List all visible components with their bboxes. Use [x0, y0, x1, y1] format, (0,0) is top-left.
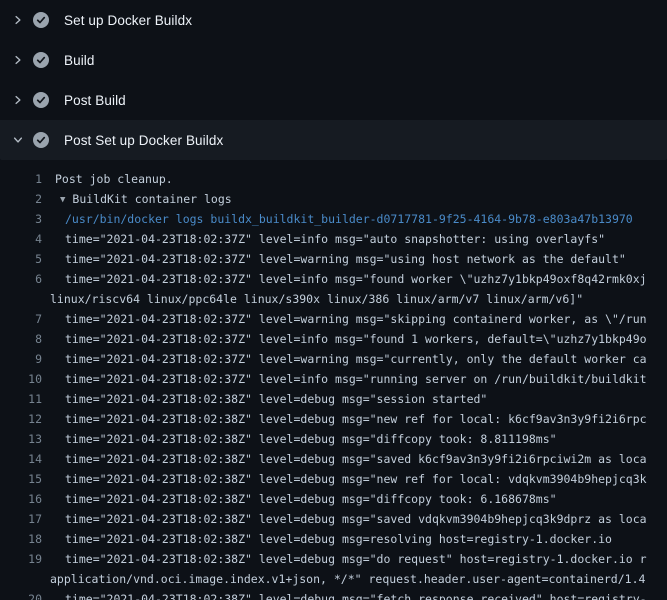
log-line-number[interactable]: 17 [0, 509, 42, 529]
log-line-number[interactable]: 19 [0, 549, 42, 569]
log-line: 12 time="2021-04-23T18:02:38Z" level=deb… [0, 409, 667, 429]
log-line: 11 time="2021-04-23T18:02:38Z" level=deb… [0, 389, 667, 409]
log-line-text: time="2021-04-23T18:02:38Z" level=debug … [65, 409, 667, 429]
log-line-text: time="2021-04-23T18:02:37Z" level=info m… [65, 369, 667, 389]
log-line-text: time="2021-04-23T18:02:38Z" level=debug … [65, 589, 667, 600]
chevron-right-icon[interactable] [12, 94, 24, 106]
log-line: 6 time="2021-04-23T18:02:37Z" level=info… [0, 269, 667, 289]
log-line-text: time="2021-04-23T18:02:37Z" level=info m… [65, 269, 667, 289]
log-line-number[interactable]: 6 [0, 269, 42, 289]
log-line: 8 time="2021-04-23T18:02:37Z" level=info… [0, 329, 667, 349]
log-line-text: time="2021-04-23T18:02:38Z" level=debug … [65, 429, 667, 449]
log-line-text: time="2021-04-23T18:02:38Z" level=debug … [65, 549, 667, 569]
log-line-text[interactable]: ▼BuildKit container logs [60, 189, 667, 209]
log-line: 13 time="2021-04-23T18:02:38Z" level=deb… [0, 429, 667, 449]
log-line-text: /usr/bin/docker logs buildx_buildkit_bui… [65, 209, 667, 229]
check-circle-icon [33, 12, 49, 28]
log-line-number[interactable]: 18 [0, 529, 42, 549]
log-line-text: time="2021-04-23T18:02:37Z" level=info m… [65, 229, 667, 249]
log-line: 4 time="2021-04-23T18:02:37Z" level=info… [0, 229, 667, 249]
chevron-right-icon[interactable] [12, 14, 24, 26]
log-group-header: 2 ▼BuildKit container logs [0, 189, 667, 209]
check-circle-icon [33, 52, 49, 68]
log-line-text: linux/riscv64 linux/ppc64le linux/s390x … [50, 289, 667, 309]
log-line-text: time="2021-04-23T18:02:38Z" level=debug … [65, 449, 667, 469]
log-line-number[interactable]: 10 [0, 369, 42, 389]
chevron-down-icon[interactable] [12, 134, 24, 146]
log-line-number[interactable]: 20 [0, 589, 42, 600]
log-line-number [0, 569, 42, 589]
log-line-text: time="2021-04-23T18:02:38Z" level=debug … [65, 469, 667, 489]
log-line: 14 time="2021-04-23T18:02:38Z" level=deb… [0, 449, 667, 469]
log-line: 10 time="2021-04-23T18:02:37Z" level=inf… [0, 369, 667, 389]
step-title: Build [64, 53, 95, 68]
log-line: 5 time="2021-04-23T18:02:37Z" level=warn… [0, 249, 667, 269]
log-line-number[interactable]: 8 [0, 329, 42, 349]
log-line: 7 time="2021-04-23T18:02:37Z" level=warn… [0, 309, 667, 329]
step-header-build[interactable]: Build [0, 40, 667, 80]
log-line-text: time="2021-04-23T18:02:37Z" level=info m… [65, 329, 667, 349]
log-line-number [0, 289, 42, 309]
log-line-number[interactable]: 2 [0, 189, 42, 209]
log-line-number[interactable]: 4 [0, 229, 42, 249]
step-header-post-set-up-docker-buildx[interactable]: Post Set up Docker Buildx [0, 120, 667, 160]
log-line-text: time="2021-04-23T18:02:38Z" level=debug … [65, 509, 667, 529]
step-list: Set up Docker Buildx Build Post Buil [0, 0, 667, 160]
log-line: application/vnd.oci.image.index.v1+json,… [0, 569, 667, 589]
check-circle-icon [33, 132, 49, 148]
log-line-text: time="2021-04-23T18:02:37Z" level=warnin… [65, 309, 667, 329]
chevron-right-icon[interactable] [12, 54, 24, 66]
log-line-text: time="2021-04-23T18:02:38Z" level=debug … [65, 389, 667, 409]
log-line-number[interactable]: 1 [0, 169, 42, 189]
log-line-text: Post job cleanup. [55, 169, 667, 189]
log-line: 15 time="2021-04-23T18:02:38Z" level=deb… [0, 469, 667, 489]
log-line: 18 time="2021-04-23T18:02:38Z" level=deb… [0, 529, 667, 549]
log-line-text: time="2021-04-23T18:02:38Z" level=debug … [65, 529, 667, 549]
actions-log-viewer: Set up Docker Buildx Build Post Buil [0, 0, 667, 600]
log-line: 19 time="2021-04-23T18:02:38Z" level=deb… [0, 549, 667, 569]
check-circle-icon [33, 92, 49, 108]
step-title: Set up Docker Buildx [64, 13, 192, 28]
log-line: 17 time="2021-04-23T18:02:38Z" level=deb… [0, 509, 667, 529]
log-line-text: time="2021-04-23T18:02:38Z" level=debug … [65, 489, 667, 509]
log-line: linux/riscv64 linux/ppc64le linux/s390x … [0, 289, 667, 309]
log-line-text: time="2021-04-23T18:02:37Z" level=warnin… [65, 349, 667, 369]
log-line: 9 time="2021-04-23T18:02:37Z" level=warn… [0, 349, 667, 369]
step-header-set-up-docker-buildx[interactable]: Set up Docker Buildx [0, 0, 667, 40]
log-line-number[interactable]: 5 [0, 249, 42, 269]
step-header-post-build[interactable]: Post Build [0, 80, 667, 120]
log-line-text: application/vnd.oci.image.index.v1+json,… [50, 569, 667, 589]
log-line-number[interactable]: 14 [0, 449, 42, 469]
log-line-number[interactable]: 12 [0, 409, 42, 429]
log-line: 20 time="2021-04-23T18:02:38Z" level=deb… [0, 589, 667, 600]
log-line: 3 /usr/bin/docker logs buildx_buildkit_b… [0, 209, 667, 229]
step-title: Post Build [64, 93, 126, 108]
step-title: Post Set up Docker Buildx [64, 133, 223, 148]
log-line-number[interactable]: 16 [0, 489, 42, 509]
log-line: 1 Post job cleanup. [0, 169, 667, 189]
log-line-number[interactable]: 3 [0, 209, 42, 229]
log-line-number[interactable]: 15 [0, 469, 42, 489]
log-line: 16 time="2021-04-23T18:02:38Z" level=deb… [0, 489, 667, 509]
log-line-number[interactable]: 13 [0, 429, 42, 449]
log-line-number[interactable]: 7 [0, 309, 42, 329]
log-line-number[interactable]: 9 [0, 349, 42, 369]
log-area: 1 Post job cleanup. 2 ▼BuildKit containe… [0, 160, 667, 600]
log-line-text: time="2021-04-23T18:02:37Z" level=warnin… [65, 249, 667, 269]
group-collapse-toggle-icon[interactable]: ▼ [60, 195, 65, 205]
log-line-number[interactable]: 11 [0, 389, 42, 409]
